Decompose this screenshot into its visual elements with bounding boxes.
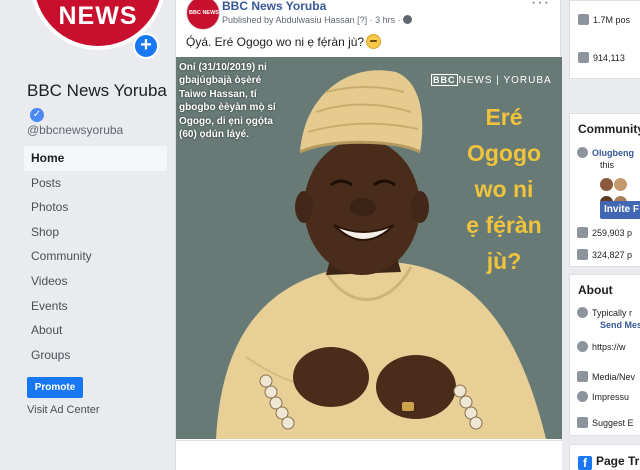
nav-item-home[interactable]: Home [24,146,167,171]
bbc-mark: BBC [431,74,458,86]
brand-text: NEWS | YORUBA [458,75,552,86]
globe-icon [403,15,413,24]
nav-item-posts[interactable]: Posts [24,171,167,196]
category: Media/Nev [577,371,635,382]
impressum: Impressu [577,391,629,402]
send-message-link[interactable]: Send Mes [600,320,640,330]
total-likes-text: 259,903 p [592,228,633,238]
nav-item-videos[interactable]: Videos [24,269,167,294]
total-follows: 324,827 p [577,249,632,260]
page-transparency-text: Page Tr [596,454,640,468]
followers-icon [578,52,589,63]
stats-card: 1.7M pos 914,113 [569,0,640,79]
about-card: About [569,274,640,436]
total-follows-text: 324,827 p [592,250,633,260]
left-ear [295,191,313,223]
right-column: 1.7M pos 914,113 Community Olugbeng this… [569,0,640,470]
like-icon [577,227,588,238]
like-icon [578,14,589,25]
info-icon [577,391,588,402]
post-meta-text: Published by Abdulwasiu Hassan [?] · 3 h… [222,15,401,25]
image-bbc-watermark: BBC NEWS | YORUBA [431,74,552,86]
left-hand [293,347,369,407]
question-line: ẹ fẹ́ràn [466,212,542,238]
response-time: Typically r [577,307,632,318]
question-line: wo ni [474,176,534,202]
friend-name-link[interactable]: Olugbeng [592,148,634,158]
add-profile-photo-button[interactable]: + [133,33,159,59]
gold-ring [402,402,414,411]
page-transparency-title[interactable]: f Page Tr [578,454,639,470]
post-text-content: Ọ́yá. Eré Ogogo wo ni ẹ fẹ́ràn jù? [186,35,365,49]
avatar-text: BBC NEWS [189,10,219,16]
follow-icon [577,249,588,260]
page-transparency-card: f Page Tr [569,444,640,470]
page-name-text: BBC News Yoruba [27,81,167,100]
nav-item-events[interactable]: Events [24,294,167,319]
pencil-icon [577,417,588,428]
thinking-face-emoji-icon [366,34,382,49]
post-reactions-bar[interactable] [176,440,562,470]
website-link[interactable]: https://w [577,341,626,352]
likes-stat-text: 1.7M pos [593,15,631,25]
promote-button[interactable]: Promote [27,377,83,398]
page-title[interactable]: BBC News Yoruba ✓ [27,80,167,124]
nav-item-photos[interactable]: Photos [24,195,167,220]
nose [350,198,376,216]
friend-avatar[interactable] [614,178,627,191]
right-hand [376,355,456,419]
page-handle[interactable]: @bbcnewsyoruba [27,123,123,137]
image-question-text: Eré Ogogo wo ni ẹ fẹ́ràn jù? [446,99,562,279]
nav-item-groups[interactable]: Groups [24,343,167,368]
total-likes: 259,903 p [577,227,632,238]
friend-avatar[interactable] [600,178,613,191]
impressum-text: Impressu [592,392,630,402]
category-icon [577,371,588,382]
website-text: https://w [592,342,626,352]
verified-badge-icon: ✓ [30,108,44,122]
more-options-icon[interactable]: ··· [531,0,550,12]
post-card: BBC NEWS BBC News Yoruba Published by Ab… [175,0,562,470]
right-ear [411,191,429,223]
left-sidebar: NEWS + BBC News Yoruba ✓ @bbcnewsyoruba H… [0,0,175,470]
visit-ad-center-link[interactable]: Visit Ad Center [27,404,100,416]
about-title[interactable]: About [578,283,613,297]
question-line: Ogogo [466,140,542,166]
friends-icon [577,147,588,158]
nav-item-shop[interactable]: Shop [24,220,167,245]
question-line: Eré [485,104,523,130]
globe-icon [577,341,588,352]
suggest-edits[interactable]: Suggest E [577,417,634,428]
followers-stat[interactable]: 914,113 [578,52,625,63]
facebook-icon: f [578,456,592,470]
category-text[interactable]: Media/Nev [592,372,635,382]
community-title[interactable]: Community [578,122,640,136]
post-author-avatar[interactable]: BBC NEWS [186,0,220,30]
page-nav: Home Posts Photos Shop Community Videos … [24,146,167,367]
post-author-link[interactable]: BBC News Yoruba [222,0,326,13]
post-meta: Published by Abdulwasiu Hassan [?] · 3 h… [222,15,413,25]
nav-item-about[interactable]: About [24,318,167,343]
logo-text: NEWS [58,2,138,30]
messenger-icon [577,307,588,318]
invite-friends-button[interactable]: Invite F [600,201,640,219]
friend-suffix: this [600,160,615,170]
likes-stat[interactable]: 1.7M pos [578,14,630,25]
suggest-text: Suggest E [592,418,634,428]
typically-text: Typically r [592,308,633,318]
question-line: jù? [486,248,522,274]
nav-item-community[interactable]: Community [24,244,167,269]
post-text: Ọ́yá. Eré Ogogo wo ni ẹ fẹ́ràn jù? [186,34,382,49]
image-caption-text: Oní (31/10/2019) ni gbajúgbajà òṣèré Tai… [179,62,276,141]
followers-stat-text: 914,113 [593,53,625,63]
post-image[interactable]: Oní (31/10/2019) ni gbajúgbajà òṣèré Tai… [176,57,562,439]
friend-row: Olugbeng [577,147,634,158]
